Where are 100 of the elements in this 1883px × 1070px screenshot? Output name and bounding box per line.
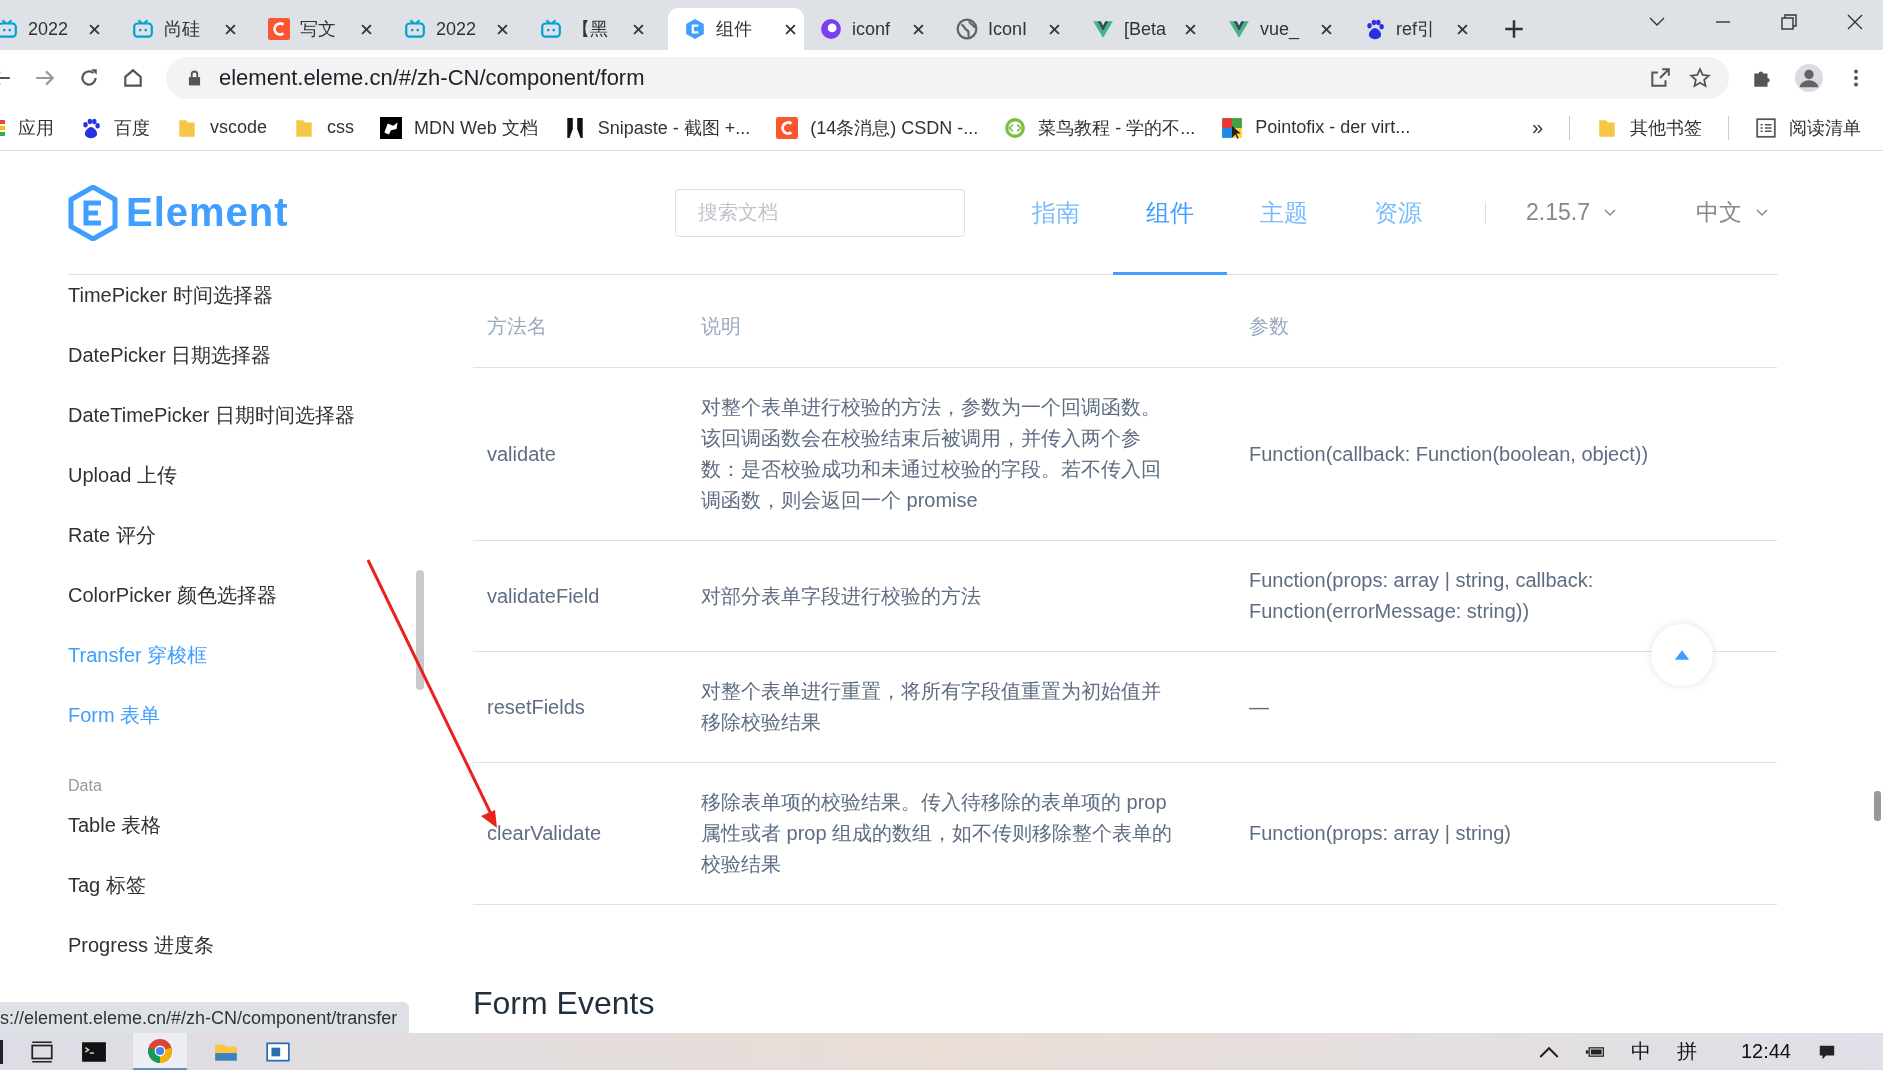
restore-icon[interactable]: [1781, 14, 1797, 30]
globe-icon: [956, 18, 978, 40]
browser-tab[interactable]: [Beta: [1092, 8, 1204, 50]
tv-icon: [404, 18, 426, 40]
table-cell: Function(props: array | string): [1235, 762, 1777, 905]
sidebar-item[interactable]: Rate 评分: [68, 525, 473, 585]
sidebar-item[interactable]: DateTimePicker 日期时间选择器: [68, 405, 473, 465]
close-icon[interactable]: [497, 23, 508, 35]
v-logo-icon: [1092, 18, 1114, 40]
swirl-icon: [820, 18, 842, 40]
browser-tab[interactable]: iconf: [820, 8, 932, 50]
new-tab-icon[interactable]: [1504, 19, 1524, 39]
bookmark[interactable]: (14条消息) CSDN -...: [776, 115, 979, 140]
browser-tab[interactable]: IconI: [956, 8, 1068, 50]
reading-list-button[interactable]: 阅读清单: [1755, 115, 1861, 140]
sidebar-item[interactable]: Upload 上传: [68, 465, 473, 525]
sidebar-item[interactable]: ColorPicker 颜色选择器: [68, 585, 473, 645]
bookmark-label: css: [327, 117, 355, 138]
browser-tab[interactable]: ref引: [1364, 8, 1476, 50]
hexagon-logo-icon: [68, 184, 118, 241]
bookmark[interactable]: 百度: [80, 115, 150, 140]
column-header: 参数: [1235, 285, 1777, 368]
sidebar-item[interactable]: TimePicker 时间选择器: [68, 285, 473, 345]
column-header: 方法名: [473, 285, 687, 368]
table-cell: 对整个表单进行重置，将所有字段值重置为初始值并移除校验结果: [687, 651, 1235, 763]
avatar-icon[interactable]: [1795, 63, 1823, 92]
start-button[interactable]: [0, 1039, 3, 1064]
bookmark[interactable]: vscode: [176, 116, 268, 139]
caret-icon: [1756, 208, 1768, 217]
close-icon[interactable]: [361, 23, 372, 35]
bookmark[interactable]: Snipaste - 截图 +...: [563, 115, 751, 140]
table-cell: 对部分表单字段进行校验的方法: [687, 540, 1235, 652]
tab-title: IconI: [988, 18, 1029, 40]
reload-icon[interactable]: [78, 66, 100, 89]
tv-icon: [132, 18, 154, 40]
scrollbar-thumb[interactable]: [416, 570, 424, 690]
bookmark[interactable]: css: [293, 116, 355, 139]
c-logo-icon: [776, 116, 799, 139]
address-bar[interactable]: element.eleme.cn/#/zh-CN/component/form: [166, 56, 1729, 99]
column-header: 说明: [687, 285, 1235, 368]
tab-title: 组件: [716, 18, 753, 41]
close-icon[interactable]: [913, 23, 924, 35]
close-icon[interactable]: [633, 23, 644, 35]
status-url: s://element.eleme.cn/#/zh-CN/component/transfer: [0, 1002, 410, 1033]
bookmark[interactable]: 应用: [0, 115, 54, 140]
search-field[interactable]: 搜索文档: [675, 188, 966, 237]
tab-title: 2022: [436, 18, 478, 40]
sidebar-item[interactable]: DatePicker 日期选择器: [68, 345, 473, 405]
sidebar-item[interactable]: Tag 标签: [68, 875, 473, 935]
close-icon[interactable]: [89, 23, 100, 35]
sidebar-group-label: Data: [68, 776, 103, 796]
browser-tab[interactable]: vue_: [1228, 8, 1340, 50]
share-icon[interactable]: [1649, 66, 1671, 89]
more-bookmarks-button[interactable]: »: [1531, 116, 1543, 139]
browser-tab[interactable]: 组件: [668, 8, 804, 50]
input-mode-indicator[interactable]: 拼: [1676, 1038, 1697, 1065]
input-method-indicator[interactable]: 中: [1630, 1038, 1651, 1065]
tab-title: [Beta: [1124, 18, 1168, 40]
bookmark-label: 阅读清单: [1789, 116, 1861, 140]
bookmark[interactable]: 菜鸟教程 - 学的不...: [1004, 115, 1196, 140]
code-badge-icon: [1004, 116, 1027, 139]
tab-title: 写文: [300, 18, 337, 41]
table-cell: validate: [473, 367, 687, 541]
close-icon[interactable]: [225, 23, 236, 35]
close-icon[interactable]: [1457, 23, 1468, 35]
caret-up-icon: [1673, 649, 1691, 661]
browser-tab[interactable]: 写文: [268, 8, 380, 50]
tab-title: iconf: [852, 18, 892, 40]
language-dropdown[interactable]: 中文: [1696, 197, 1768, 228]
lock-icon: [188, 69, 201, 86]
close-icon[interactable]: [1321, 23, 1332, 35]
bookmark-folder[interactable]: 其他书签: [1596, 115, 1702, 140]
bookmark[interactable]: MDN Web 文档: [380, 115, 538, 140]
close-icon[interactable]: [1049, 23, 1060, 35]
task-view-icon[interactable]: [29, 1038, 55, 1065]
paw-icon: [80, 116, 102, 139]
address-text: element.eleme.cn/#/zh-CN/component/form: [219, 64, 645, 91]
bookmark-label: Snipaste - 截图 +...: [597, 116, 751, 140]
bookmark[interactable]: Pointofix - der virt...: [1221, 116, 1411, 139]
tv-icon: [540, 18, 562, 40]
star-icon[interactable]: [1689, 66, 1711, 89]
tab-title: 2022: [28, 18, 70, 40]
close-icon[interactable]: [1847, 14, 1863, 30]
sidebar-item[interactable]: Progress 进度条: [68, 935, 473, 995]
table-cell: Function(callback: Function(boolean, object)): [1235, 367, 1777, 541]
browser-tab[interactable]: 尚硅: [132, 8, 244, 50]
close-icon[interactable]: [1185, 23, 1196, 35]
close-icon[interactable]: [785, 23, 796, 35]
home-icon[interactable]: [122, 66, 144, 89]
version-dropdown[interactable]: 2.15.7: [1526, 199, 1616, 226]
tab-title: ref引: [1396, 18, 1436, 41]
browser-tab[interactable]: 2022: [404, 8, 516, 50]
browser-tab[interactable]: 【黑: [540, 8, 652, 50]
clock[interactable]: 12:44: [1740, 1040, 1791, 1063]
bookmark-label: 菜鸟教程 - 学的不...: [1038, 116, 1196, 140]
scrollbar-thumb[interactable]: [1874, 791, 1881, 821]
chrome-icon[interactable]: [147, 1037, 173, 1064]
browser-tab[interactable]: 2022: [0, 8, 108, 50]
bookmark-label: MDN Web 文档: [414, 116, 538, 140]
sidebar-item[interactable]: Table 表格: [68, 815, 473, 875]
